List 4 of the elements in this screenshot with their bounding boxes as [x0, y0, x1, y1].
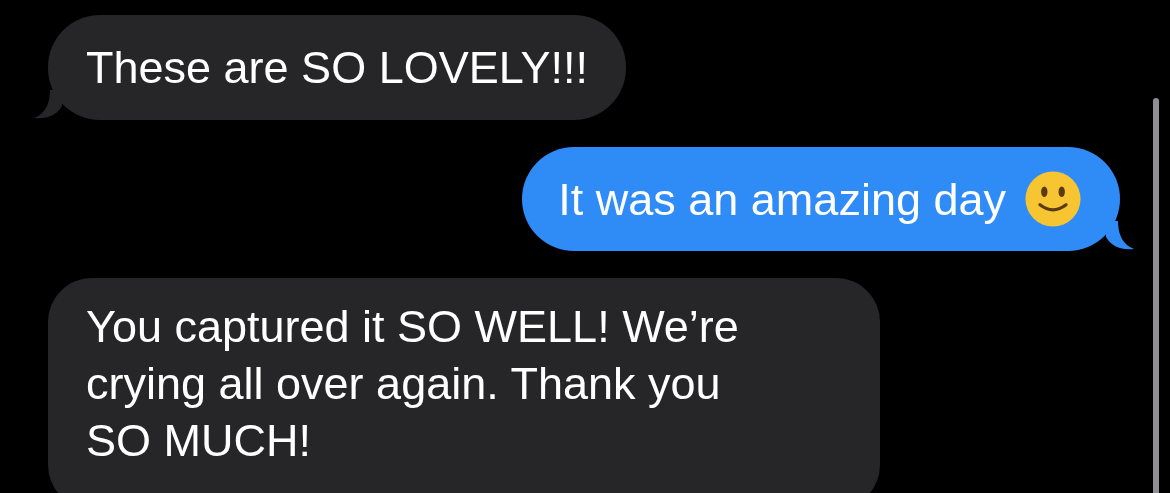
message-text: You captured it SO WELL! We’re crying all over again. Thank you SO MUCH!: [86, 300, 740, 468]
scrollbar[interactable]: [1153, 98, 1159, 493]
message-text: These are SO LOVELY!!!: [86, 41, 588, 95]
message-text: It was an amazing day: [558, 172, 1006, 227]
